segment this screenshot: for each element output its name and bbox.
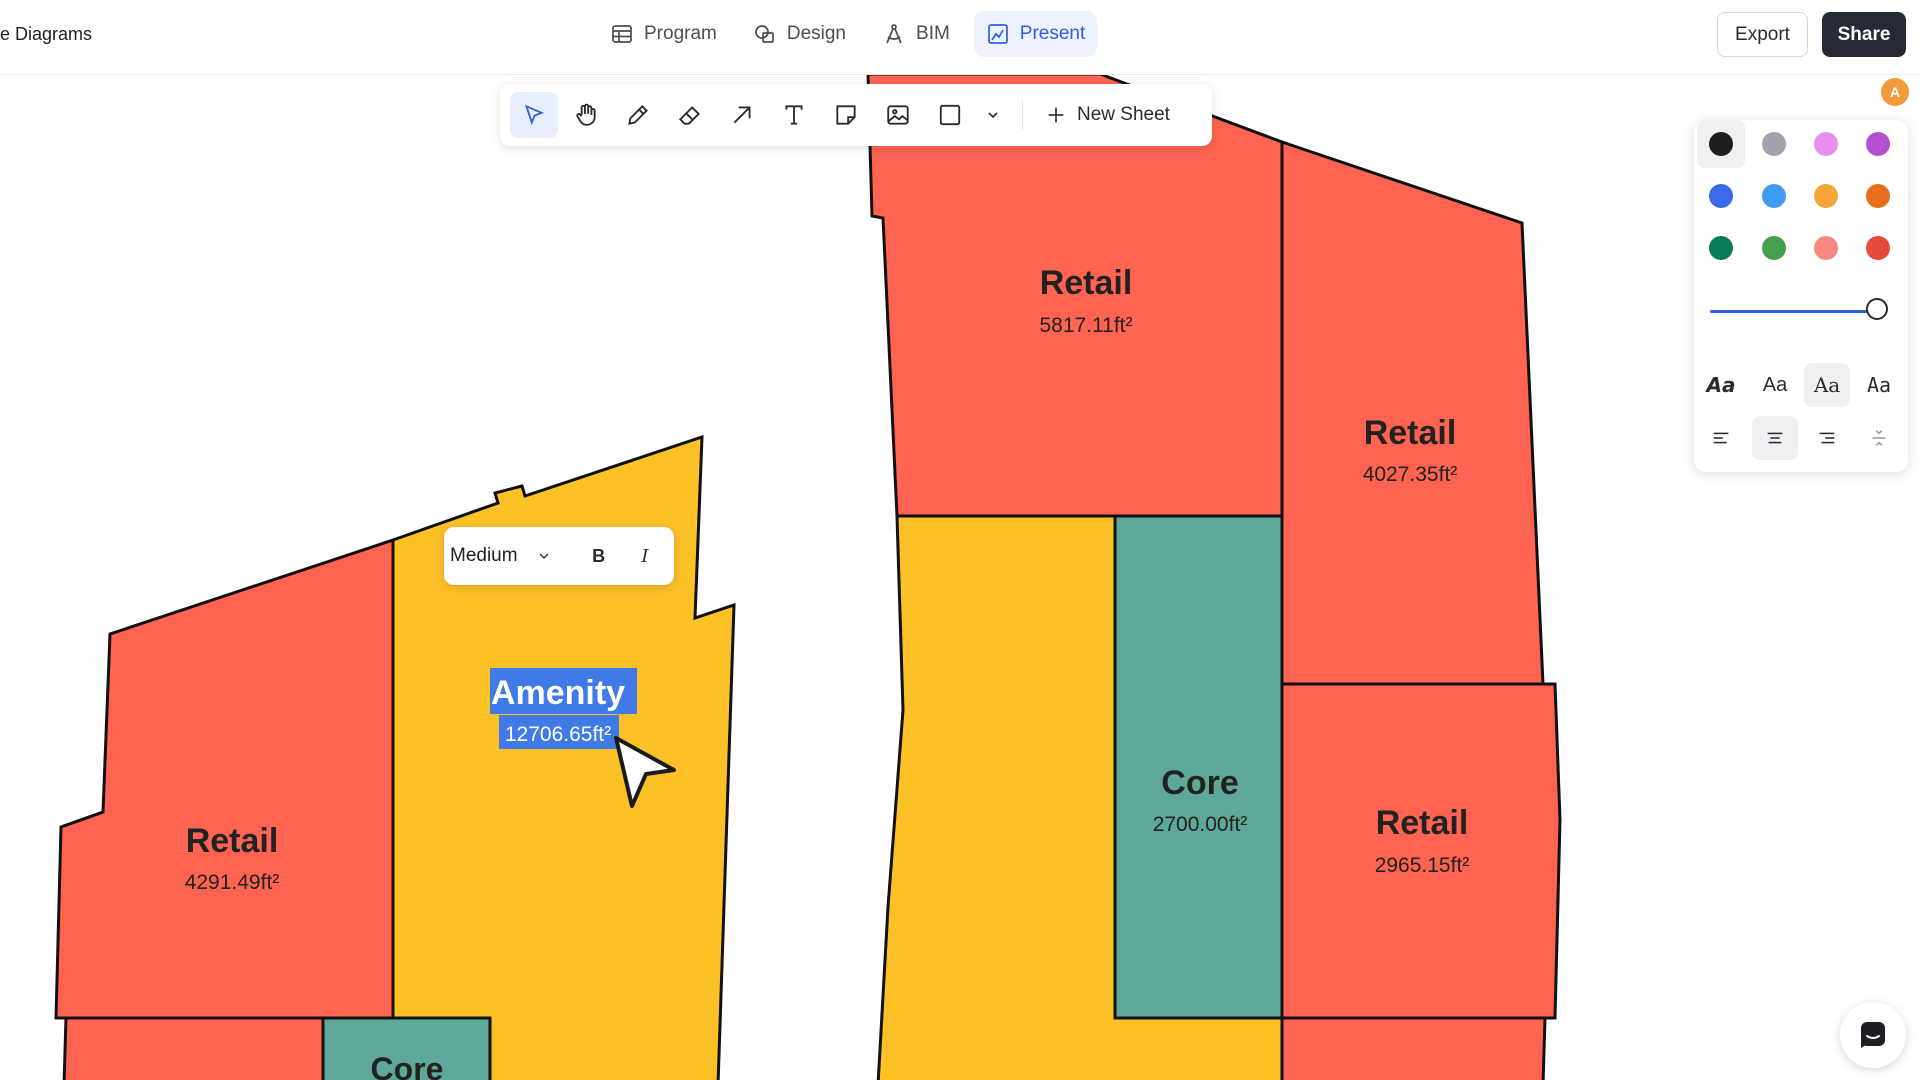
color-swatch-blue[interactable] (1709, 184, 1733, 208)
chevron-down-icon (988, 112, 998, 119)
mouse-cursor-icon (614, 736, 676, 808)
chat-launcher-button[interactable] (1840, 1002, 1906, 1068)
color-swatch-dark-green[interactable] (1709, 236, 1733, 260)
room-label: Retail (1376, 804, 1469, 842)
stroke-width-slider[interactable] (1710, 310, 1880, 313)
room-retail-bottom-left[interactable] (62, 1016, 325, 1080)
pencil-tool[interactable] (614, 92, 662, 138)
color-swatch-orange[interactable] (1866, 184, 1890, 208)
font-size-value: Medium (450, 545, 518, 566)
building-right (866, 72, 1562, 1080)
present-icon (987, 24, 1008, 44)
color-swatch-light-orange[interactable] (1814, 184, 1838, 208)
room-retail-right-lower[interactable] (1280, 682, 1562, 1020)
chat-bubble-icon (1861, 1022, 1885, 1048)
bold-button[interactable]: B (582, 536, 616, 576)
arrow-tool[interactable] (718, 92, 766, 138)
avatar[interactable]: A (1881, 78, 1909, 106)
eraser-tool[interactable] (666, 92, 714, 138)
tab-present[interactable]: Present (973, 11, 1098, 57)
cursor-pointer-icon (524, 104, 545, 126)
align-left-button[interactable] (1698, 416, 1744, 460)
room-area: 4027.35ft² (1363, 463, 1458, 486)
room-label: Retail (186, 822, 279, 860)
room-area: 2965.15ft² (1375, 854, 1470, 877)
drawing-toolbar: New Sheet (500, 84, 1212, 146)
image-icon (887, 105, 909, 125)
align-center-button[interactable] (1752, 416, 1798, 460)
image-tool[interactable] (874, 92, 922, 138)
room-retail-bottom-right[interactable] (1280, 1016, 1547, 1080)
room-label: Core (1161, 764, 1238, 802)
tab-label: BIM (916, 23, 950, 44)
rectangle-tool[interactable] (926, 92, 974, 138)
eraser-icon (678, 106, 700, 125)
hand-tool[interactable] (562, 92, 610, 138)
room-label: Core (371, 1051, 444, 1080)
align-right-button[interactable] (1804, 416, 1850, 460)
tab-label: Present (1019, 23, 1086, 44)
font-option-serif[interactable]: Aa (1804, 363, 1850, 407)
color-swatch-black[interactable] (1709, 132, 1733, 156)
font-option-sans[interactable]: Aa (1752, 363, 1798, 407)
top-bar: e Diagrams Program Design BIM Present Ex… (0, 0, 1920, 75)
font-option-mono[interactable]: Aa (1856, 363, 1902, 407)
tab-label: Program (644, 23, 717, 44)
new-sheet-button[interactable]: New Sheet (1035, 104, 1180, 126)
note-tool[interactable] (822, 92, 870, 138)
chevron-down-icon (539, 553, 549, 559)
breadcrumb[interactable]: e Diagrams (0, 24, 92, 45)
color-swatch-purple[interactable] (1866, 132, 1890, 156)
room-label: Retail (1040, 264, 1133, 302)
font-option-draw[interactable]: Aa (1698, 363, 1744, 407)
table-icon (612, 25, 632, 43)
tab-program[interactable]: Program (598, 11, 729, 57)
stroke-width-slider-thumb[interactable] (1866, 298, 1888, 320)
color-swatch-red[interactable] (1866, 236, 1890, 260)
select-tool[interactable] (510, 92, 558, 138)
color-swatch-light-blue[interactable] (1762, 184, 1786, 208)
rectangle-icon (939, 104, 961, 126)
new-sheet-label: New Sheet (1077, 104, 1170, 125)
tab-label: Design (786, 23, 847, 44)
italic-button[interactable]: I (628, 536, 662, 576)
sticky-note-icon (836, 105, 856, 125)
room-area: 5817.11ft² (1039, 314, 1132, 337)
room-label: Retail (1364, 414, 1457, 452)
more-tools[interactable] (978, 92, 1008, 138)
arrow-icon (733, 106, 751, 124)
color-swatch-gray[interactable] (1762, 132, 1786, 156)
color-swatch-salmon[interactable] (1814, 236, 1838, 260)
style-properties-panel: Aa Aa Aa Aa (1694, 120, 1908, 472)
align-vertical-button[interactable] (1856, 416, 1902, 460)
align-center-icon (1767, 432, 1783, 444)
tab-bim[interactable]: BIM (870, 11, 962, 57)
color-swatch-green[interactable] (1762, 236, 1786, 260)
shapes-icon (755, 25, 774, 43)
compass-icon (886, 24, 902, 44)
room-area: 4291.49ft² (185, 871, 280, 894)
mode-tabs: Program Design BIM Present (598, 11, 1098, 57)
room-retail-right-upper[interactable] (1280, 139, 1545, 686)
align-left-icon (1713, 432, 1729, 444)
font-size-select[interactable]: Medium (450, 545, 552, 567)
plus-icon (1048, 107, 1064, 123)
room-label-amenity: Amenity (491, 674, 625, 712)
align-right-icon (1819, 432, 1835, 444)
text-icon (785, 105, 803, 125)
floor-plan-canvas[interactable]: Retail 5817.11ft² Retail 4027.35ft² Core… (0, 0, 1920, 1080)
pencil-icon (628, 105, 648, 125)
color-swatch-pink[interactable] (1814, 132, 1838, 156)
room-area: 2700.00ft² (1153, 813, 1248, 836)
text-format-toolbar: Medium B I (444, 527, 674, 585)
room-retail-left[interactable] (54, 537, 395, 1020)
export-button[interactable]: Export (1717, 12, 1808, 57)
share-button[interactable]: Share (1822, 12, 1906, 57)
tab-design[interactable]: Design (741, 11, 858, 57)
toolbar-divider (1022, 100, 1023, 130)
hand-icon (576, 103, 596, 126)
room-area-amenity: 12706.65ft² (505, 723, 611, 746)
text-tool[interactable] (770, 92, 818, 138)
align-vertical-icon (1872, 430, 1886, 446)
